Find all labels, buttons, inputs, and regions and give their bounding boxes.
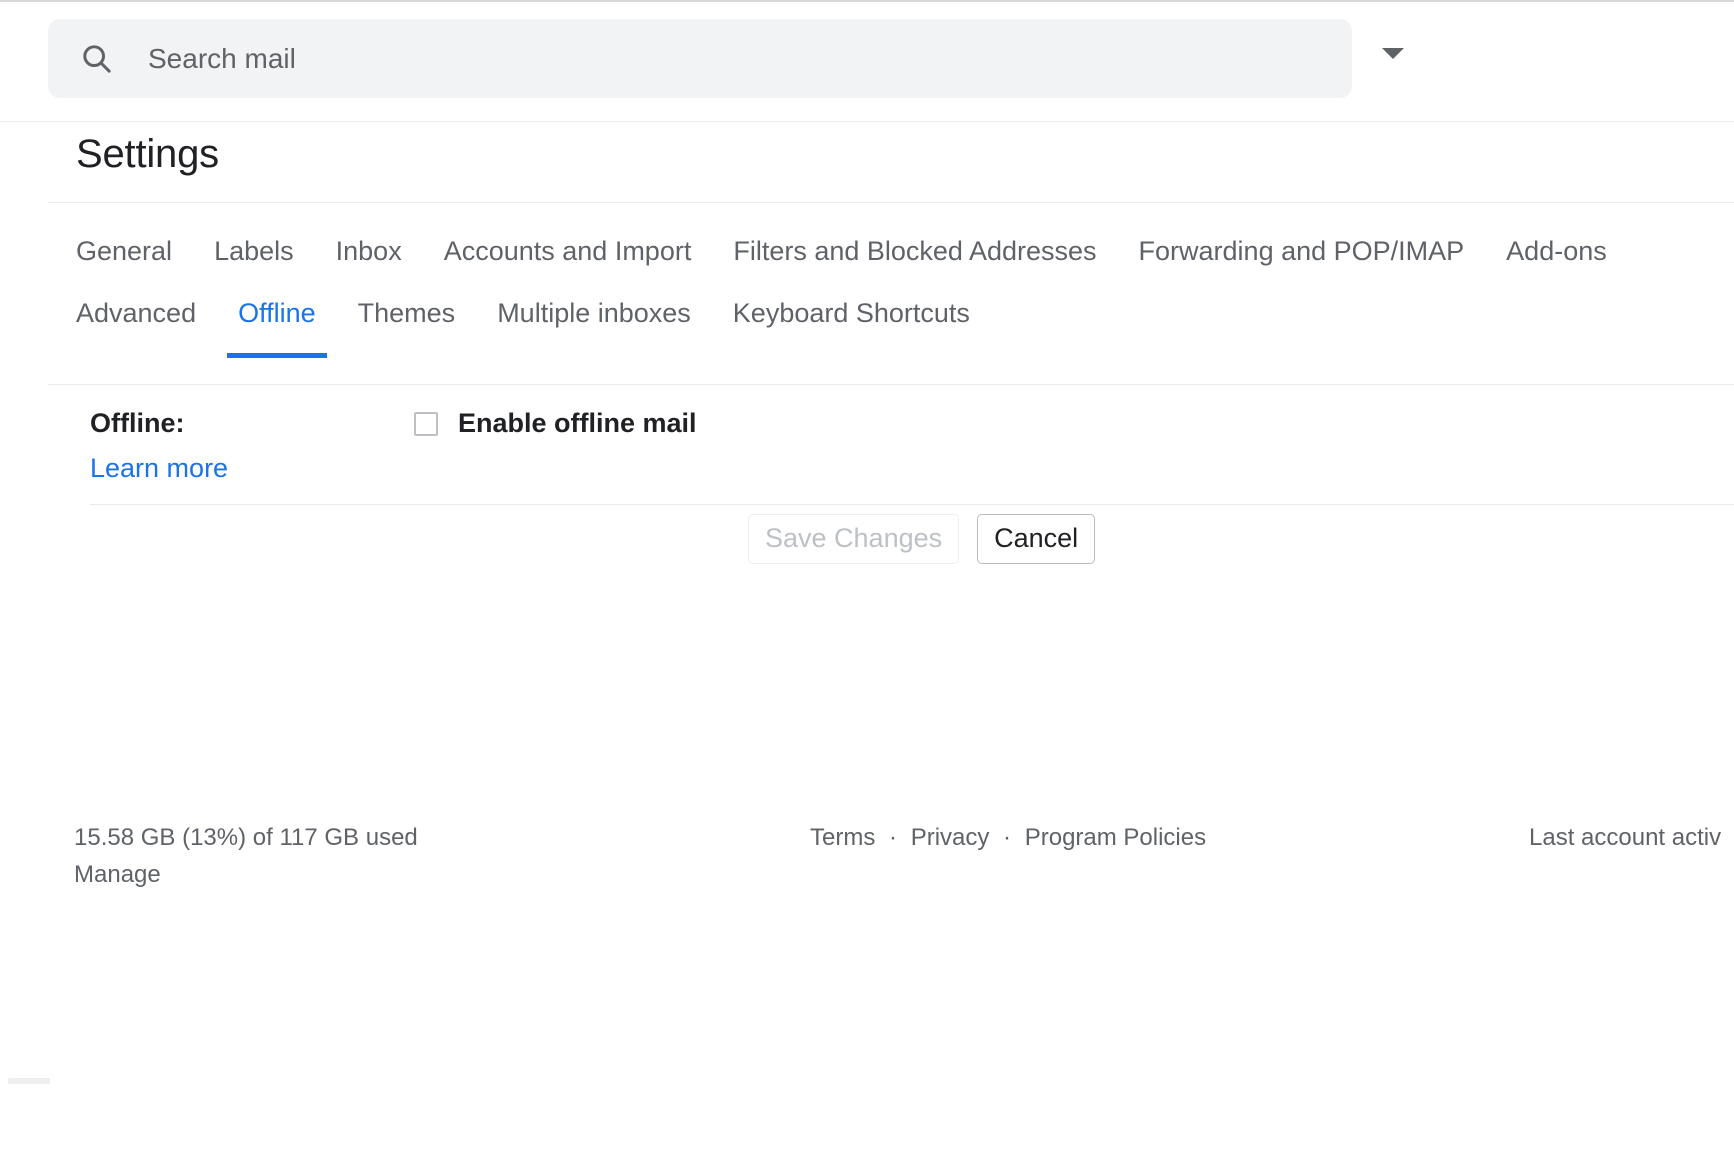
storage-usage-text: 15.58 GB (13%) of 117 GB used bbox=[74, 824, 418, 851]
save-changes-button[interactable]: Save Changes bbox=[748, 514, 960, 564]
privacy-link[interactable]: Privacy bbox=[911, 824, 990, 851]
enable-offline-mail-checkbox[interactable] bbox=[414, 411, 438, 436]
learn-more-link[interactable]: Learn more bbox=[90, 453, 228, 484]
program-policies-link[interactable]: Program Policies bbox=[1025, 824, 1206, 851]
top-search-bar bbox=[0, 0, 1734, 122]
show-search-options-chevron-down-icon[interactable] bbox=[1382, 48, 1404, 59]
window-top-edge bbox=[0, 0, 1734, 2]
tab-accounts-and-import[interactable]: Accounts and Import bbox=[444, 234, 692, 272]
search-icon bbox=[80, 42, 114, 76]
footer-separator-2: · bbox=[1003, 824, 1012, 851]
settings-tabs: General Labels Inbox Accounts and Import… bbox=[76, 214, 1734, 358]
terms-link[interactable]: Terms bbox=[810, 824, 875, 851]
tab-add-ons[interactable]: Add-ons bbox=[1506, 234, 1607, 272]
last-account-activity-text: Last account activ bbox=[1529, 824, 1722, 851]
enable-offline-mail-label[interactable]: Enable offline mail bbox=[458, 408, 697, 439]
footer-links: Terms · Privacy · Program Policies bbox=[810, 820, 1206, 856]
footer-storage: 15.58 GB (13%) of 117 GB used Manage bbox=[74, 820, 694, 893]
tab-general[interactable]: General bbox=[76, 234, 172, 272]
footer-separator-1: · bbox=[889, 824, 898, 851]
search-input[interactable] bbox=[148, 19, 1438, 98]
tab-themes[interactable]: Themes bbox=[358, 296, 456, 334]
cancel-button[interactable]: Cancel bbox=[977, 514, 1096, 564]
tab-filters-and-blocked-addresses[interactable]: Filters and Blocked Addresses bbox=[733, 234, 1096, 272]
tab-advanced[interactable]: Advanced bbox=[76, 296, 196, 334]
tab-forwarding-and-pop-imap[interactable]: Forwarding and POP/IMAP bbox=[1139, 234, 1465, 272]
settings-tabs-row-2: Advanced Offline Themes Multiple inboxes… bbox=[76, 272, 1734, 358]
title-divider bbox=[48, 202, 1734, 203]
search-mail-box[interactable] bbox=[48, 19, 1438, 98]
form-actions: Save Changes Cancel bbox=[748, 514, 1096, 564]
tab-inbox[interactable]: Inbox bbox=[336, 234, 402, 272]
tab-keyboard-shortcuts[interactable]: Keyboard Shortcuts bbox=[733, 296, 970, 334]
manage-storage-link[interactable]: Manage bbox=[74, 857, 161, 893]
section-divider bbox=[90, 504, 1734, 505]
tab-labels[interactable]: Labels bbox=[214, 234, 294, 272]
tabs-divider bbox=[48, 384, 1734, 385]
bottom-left-stub bbox=[8, 1078, 50, 1084]
enable-offline-mail-row: Enable offline mail bbox=[414, 408, 697, 439]
tab-offline[interactable]: Offline bbox=[227, 296, 327, 358]
page-title: Settings bbox=[76, 132, 219, 176]
tab-multiple-inboxes[interactable]: Multiple inboxes bbox=[497, 296, 691, 334]
offline-section-label: Offline: bbox=[90, 408, 185, 438]
settings-tabs-row-1: General Labels Inbox Accounts and Import… bbox=[76, 214, 1734, 272]
